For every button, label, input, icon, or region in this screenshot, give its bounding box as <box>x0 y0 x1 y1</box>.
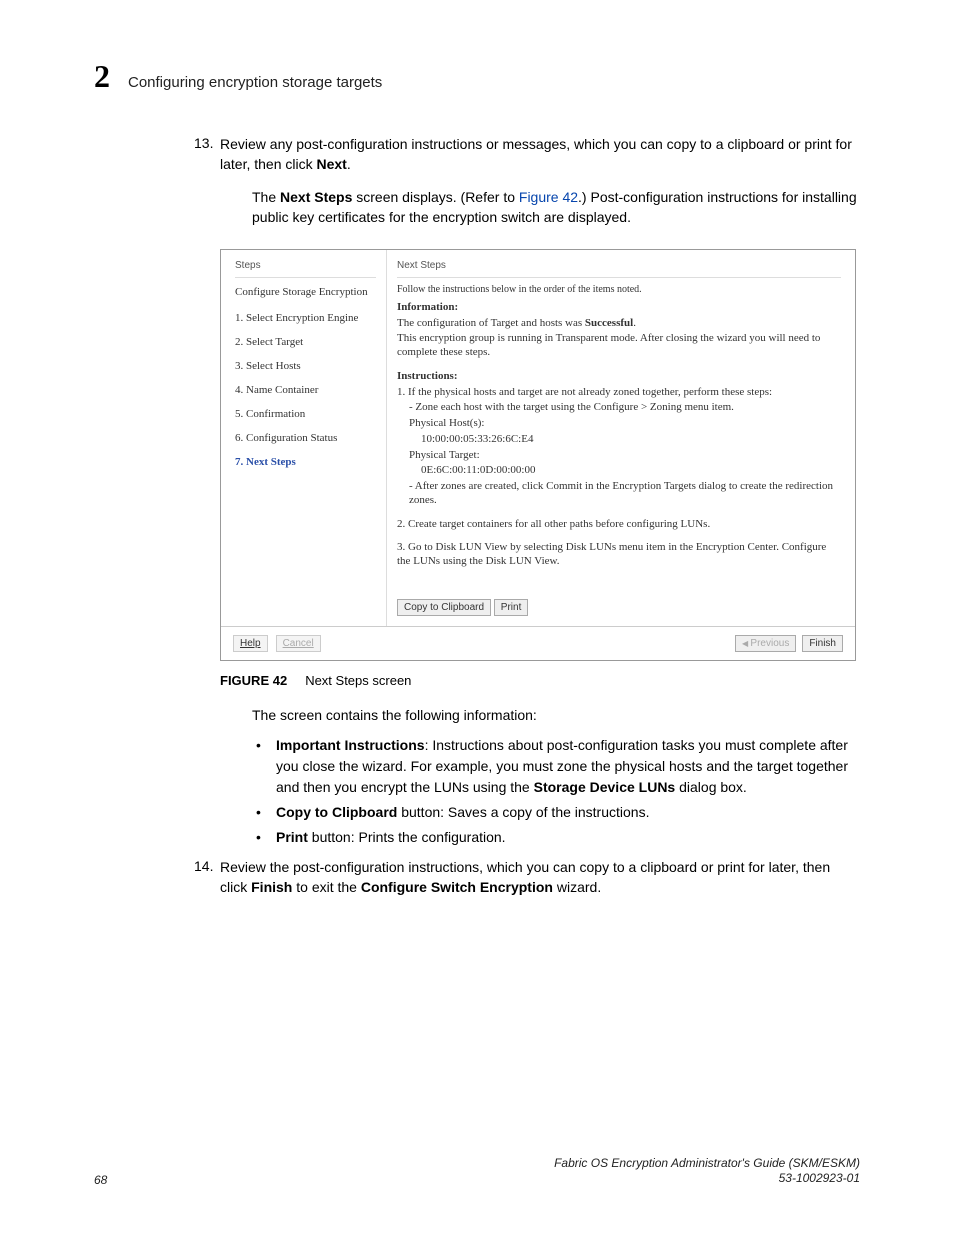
post-figure-intro: The screen contains the following inform… <box>252 706 860 726</box>
step-13-number: 13. <box>194 135 213 151</box>
wizard-title: Configure Storage Encryption <box>235 286 376 298</box>
step-14-text: Review the post-configuration instructio… <box>220 858 860 897</box>
bullet-2: Copy to Clipboard button: Saves a copy o… <box>276 802 860 823</box>
instr-2: 2. Create target containers for all othe… <box>397 518 841 532</box>
information-header: Information: <box>397 301 841 315</box>
wizard-steps-panel: Steps Configure Storage Encryption 1. Se… <box>221 250 387 626</box>
instr-1d: Physical Target: <box>409 449 841 463</box>
print-button[interactable]: Print <box>494 599 529 616</box>
finish-button[interactable]: Finish <box>802 635 843 652</box>
figure-caption: FIGURE 42 Next Steps screen <box>220 673 860 688</box>
copy-to-clipboard-button[interactable]: Copy to Clipboard <box>397 599 491 616</box>
step-13-para2: The Next Steps screen displays. (Refer t… <box>252 188 860 227</box>
instructions-header: Instructions: <box>397 370 841 384</box>
instr-3: 3. Go to Disk LUN View by selecting Disk… <box>397 541 841 569</box>
figure-42-link[interactable]: Figure 42 <box>519 189 578 205</box>
wizard-step-4: 4. Name Container <box>235 384 376 396</box>
previous-button: Previous <box>735 635 796 652</box>
instr-1f: - After zones are created, click Commit … <box>409 480 841 508</box>
info-line-1: The configuration of Target and hosts wa… <box>397 317 841 331</box>
figure-label: FIGURE 42 <box>220 673 287 688</box>
page-number: 68 <box>94 1173 107 1187</box>
wizard-step-3: 3. Select Hosts <box>235 360 376 372</box>
wizard-step-1: 1. Select Encryption Engine <box>235 312 376 324</box>
section-title: Configuring encryption storage targets <box>128 74 382 91</box>
bullet-3: Print button: Prints the configuration. <box>276 827 860 848</box>
next-label: Next <box>317 156 347 172</box>
wizard-step-7-active: 7. Next Steps <box>235 456 376 468</box>
help-button[interactable]: Help <box>233 635 268 652</box>
doc-number: 53-1002923-01 <box>554 1171 860 1187</box>
steps-header: Steps <box>235 260 376 271</box>
wizard-step-6: 6. Configuration Status <box>235 432 376 444</box>
figure-caption-text: Next Steps screen <box>305 673 411 688</box>
instr-1: 1. If the physical hosts and target are … <box>397 386 841 400</box>
instr-1e: 0E:6C:00:11:0D:00:00:00 <box>421 464 841 478</box>
wizard-content-panel: Next Steps Follow the instructions below… <box>387 250 855 626</box>
instr-1a: - Zone each host with the target using t… <box>409 401 841 415</box>
cancel-button[interactable]: Cancel <box>276 635 321 652</box>
bullet-1: Important Instructions: Instructions abo… <box>276 735 860 798</box>
info-line-2: This encryption group is running in Tran… <box>397 332 841 360</box>
next-steps-header: Next Steps <box>397 260 841 271</box>
instr-1c: 10:00:00:05:33:26:6C:E4 <box>421 433 841 447</box>
wizard-step-5: 5. Confirmation <box>235 408 376 420</box>
wizard-step-2: 2. Select Target <box>235 336 376 348</box>
step-13-text: Review any post-configuration instructio… <box>220 135 860 174</box>
step-14-number: 14. <box>194 858 213 874</box>
doc-title: Fabric OS Encryption Administrator's Gui… <box>554 1156 860 1172</box>
follow-instructions-text: Follow the instructions below in the ord… <box>397 284 841 297</box>
next-steps-dialog: Steps Configure Storage Encryption 1. Se… <box>220 249 856 661</box>
instr-1b: Physical Host(s): <box>409 417 841 431</box>
chapter-number: 2 <box>94 58 110 95</box>
